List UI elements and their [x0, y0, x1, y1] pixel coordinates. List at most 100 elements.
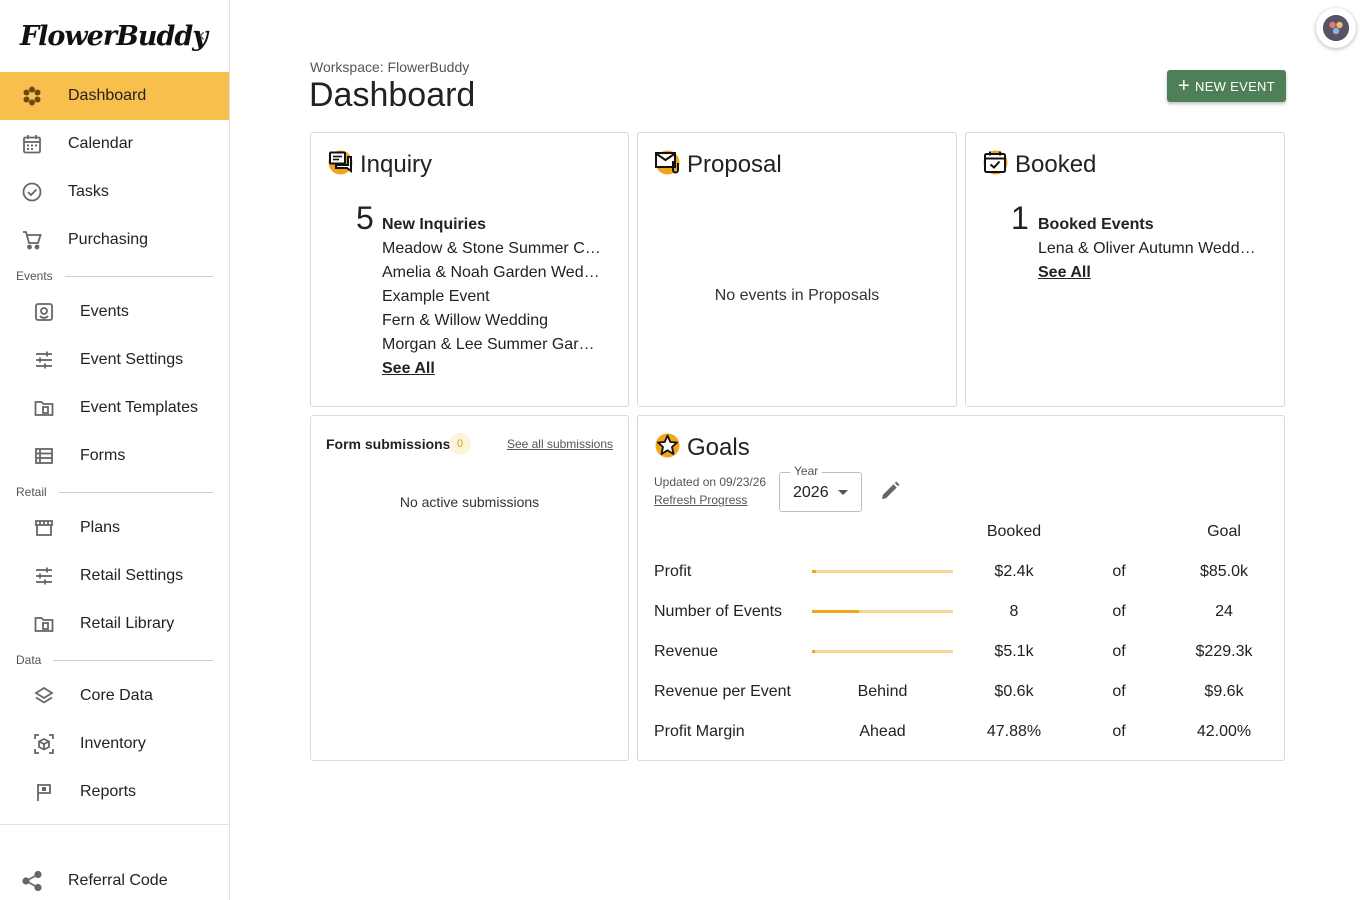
- card-title: Inquiry: [360, 151, 433, 178]
- sidebar-item-core-data[interactable]: Core Data: [0, 672, 229, 720]
- goal-target-value: 42.00%: [1196, 723, 1252, 740]
- proposal-card-header: Proposal: [654, 149, 782, 181]
- avatar-image: [1323, 15, 1349, 41]
- sidebar-item-label: Events: [80, 303, 129, 320]
- user-avatar[interactable]: [1316, 8, 1356, 48]
- sidebar-item-forms[interactable]: Forms: [0, 432, 229, 480]
- goal-label: Profit: [654, 563, 692, 580]
- sidebar-item-plans[interactable]: Plans: [0, 504, 229, 552]
- goal-booked-value: $0.6k: [994, 683, 1034, 700]
- logo-row: FlowerBuddy ‹: [0, 0, 229, 72]
- sidebar-item-reports[interactable]: Reports: [0, 768, 229, 816]
- goal-of: of: [1112, 723, 1126, 740]
- inquiry-item[interactable]: Meadow & Stone Summer Celebration: [382, 237, 602, 261]
- sidebar-item-event-templates[interactable]: Event Templates: [0, 384, 229, 432]
- chat-bubbles-icon: [327, 149, 354, 181]
- section-label: Events: [16, 269, 53, 283]
- event-box-icon: [33, 301, 55, 323]
- inquiry-item[interactable]: Amelia & Noah Garden Wedding: [382, 261, 602, 285]
- new-event-button[interactable]: + NEW EVENT: [1167, 70, 1286, 102]
- goal-of: of: [1112, 563, 1126, 580]
- goal-status: Ahead: [859, 723, 906, 740]
- sidebar-item-retail-library[interactable]: Retail Library: [0, 600, 229, 648]
- goal-status: Behind: [857, 683, 908, 700]
- workspace-label: Workspace: FlowerBuddy: [310, 59, 470, 75]
- new-event-label: NEW EVENT: [1195, 78, 1275, 94]
- inquiry-item[interactable]: Fern & Willow Wedding: [382, 309, 602, 333]
- goal-of: of: [1112, 643, 1126, 660]
- sidebar-item-purchasing[interactable]: Purchasing: [0, 216, 229, 264]
- goal-booked-value: 8: [1009, 603, 1019, 620]
- sidebar-item-tasks[interactable]: Tasks: [0, 168, 229, 216]
- sidebar-item-label: Referral Code: [68, 872, 168, 889]
- year-select[interactable]: Year 2026: [779, 464, 862, 512]
- goal-booked-value: $2.4k: [994, 563, 1034, 580]
- caret-down-icon: [838, 490, 848, 495]
- goals-col-goal: Goal: [1207, 523, 1241, 540]
- sidebar-item-label: Calendar: [68, 135, 133, 152]
- sidebar-item-referral-code[interactable]: Referral Code: [0, 857, 229, 900]
- sidebar-item-inventory[interactable]: Inventory: [0, 720, 229, 768]
- share-icon: [21, 870, 43, 892]
- goal-target-value: $85.0k: [1199, 563, 1249, 580]
- section-header-events: Events: [0, 264, 229, 288]
- proposal-card: Proposal No events in Proposals: [637, 132, 957, 407]
- card-title: Booked: [1015, 151, 1097, 178]
- section-divider: [53, 659, 213, 661]
- goal-of: of: [1112, 683, 1126, 700]
- sidebar-item-label: Plans: [80, 519, 121, 536]
- goal-of: of: [1112, 603, 1126, 620]
- sidebar-item-label: Retail Library: [80, 615, 175, 632]
- folder-doc-icon: [33, 397, 55, 419]
- sidebar-item-event-settings[interactable]: Event Settings: [0, 336, 229, 384]
- section-label: Retail: [16, 485, 47, 499]
- calendar-icon: [21, 133, 43, 155]
- sidebar-item-label: Retail Settings: [80, 567, 184, 584]
- store-icon: [33, 517, 55, 539]
- app-logo[interactable]: FlowerBuddy: [20, 21, 208, 52]
- sidebar-item-label: Purchasing: [68, 231, 149, 248]
- flag-icon: [33, 781, 55, 803]
- sidebar-item-events[interactable]: Events: [0, 288, 229, 336]
- section-divider: [58, 491, 213, 493]
- collapse-sidebar-icon[interactable]: ‹: [192, 25, 212, 45]
- inquiry-see-all-link[interactable]: See All: [382, 357, 435, 381]
- goals-col-booked: Booked: [986, 523, 1042, 540]
- edit-pencil-icon[interactable]: [879, 480, 901, 502]
- sidebar-item-calendar[interactable]: Calendar: [0, 120, 229, 168]
- goal-label: Revenue: [654, 643, 719, 660]
- refresh-progress-link[interactable]: Refresh Progress: [654, 493, 747, 507]
- sidebar: FlowerBuddy ‹ Dashboard Calendar Tasks P…: [0, 0, 230, 900]
- section-header-retail: Retail: [0, 480, 229, 504]
- proposal-empty-message: No events in Proposals: [714, 287, 880, 304]
- check-circle-icon: [21, 181, 43, 203]
- sidebar-item-label: Reports: [80, 783, 137, 800]
- layers-icon: [33, 685, 55, 707]
- inquiry-item[interactable]: Morgan & Lee Summer Garden Party: [382, 333, 602, 357]
- sidebar-item-label: Event Templates: [80, 399, 198, 416]
- booked-see-all-link[interactable]: See All: [1038, 261, 1091, 285]
- goal-label: Number of Events: [654, 603, 783, 620]
- goal-target-value: 24: [1215, 603, 1233, 620]
- plus-icon: +: [1178, 75, 1190, 97]
- list-icon: [33, 445, 55, 467]
- sidebar-item-label: Forms: [80, 447, 126, 464]
- inquiry-item[interactable]: Example Event: [382, 285, 602, 309]
- sidebar-item-retail-settings[interactable]: Retail Settings: [0, 552, 229, 600]
- card-title: Proposal: [687, 151, 782, 178]
- folder-doc-icon: [33, 613, 55, 635]
- section-label: Data: [16, 653, 42, 667]
- goal-booked-value: $5.1k: [994, 643, 1034, 660]
- sidebar-item-dashboard[interactable]: Dashboard: [0, 72, 229, 120]
- see-all-submissions-link[interactable]: See all submissions: [507, 437, 613, 451]
- goal-progress-bar: [812, 570, 953, 573]
- form-submissions-count-badge: 0: [449, 433, 471, 455]
- goals-updated-text: Updated on 09/23/26: [654, 475, 767, 489]
- booked-item[interactable]: Lena & Oliver Autumn Wedding: [1038, 237, 1258, 261]
- goals-card-header: Goals: [654, 432, 750, 464]
- sidebar-item-label: Tasks: [68, 183, 109, 200]
- booked-count: 1: [1011, 200, 1029, 236]
- flower-icon: [21, 85, 43, 107]
- calendar-check-icon: [982, 149, 1009, 181]
- goal-progress-bar: [812, 610, 953, 613]
